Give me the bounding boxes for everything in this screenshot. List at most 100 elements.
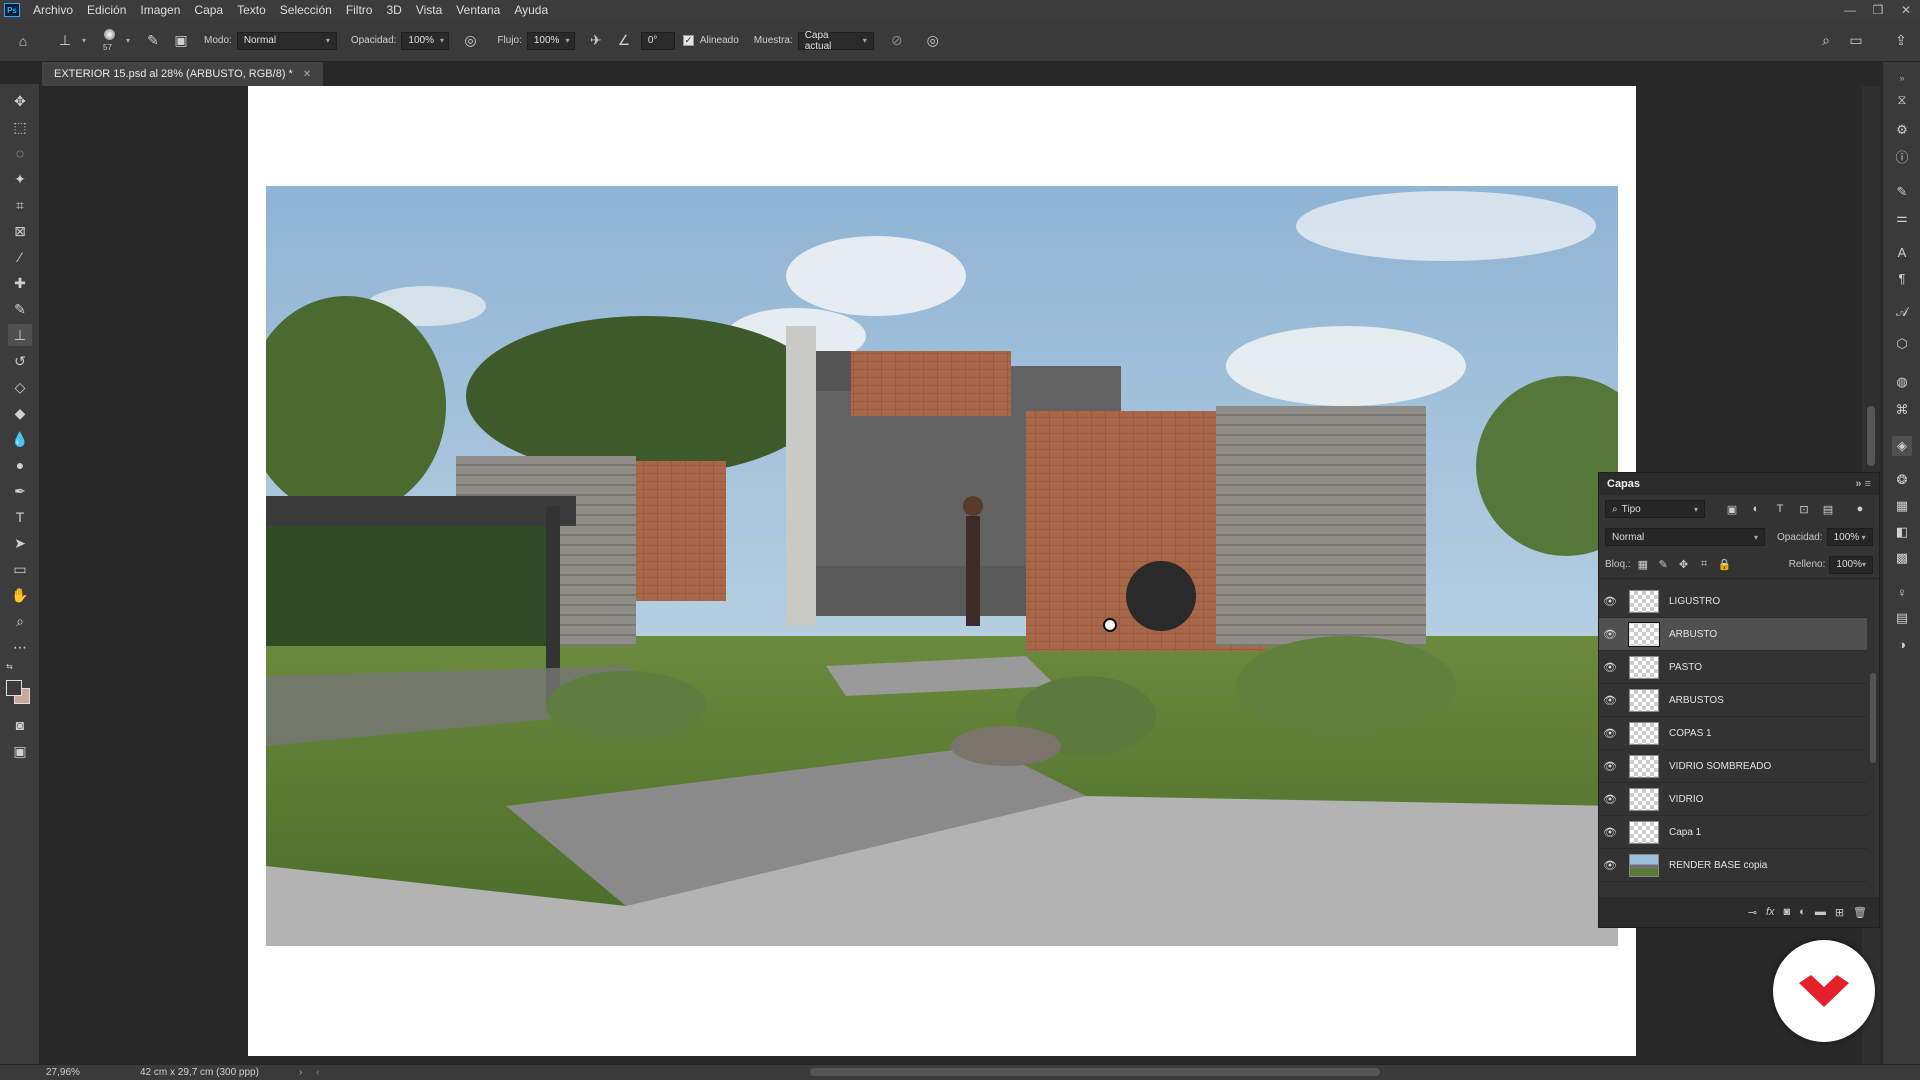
- filter-smart-object-icon[interactable]: ▤: [1819, 500, 1837, 518]
- 3d-panel-icon[interactable]: ⬡: [1892, 334, 1912, 354]
- horizontal-scrollbar-thumb[interactable]: [810, 1068, 1380, 1076]
- link-layers-icon[interactable]: ⊸: [1748, 906, 1757, 919]
- layer-row-copas-1[interactable]: 👁 COPAS 1: [1599, 717, 1867, 750]
- search-icon[interactable]: ⌕: [1815, 30, 1837, 52]
- visibility-eye-icon[interactable]: 👁: [1599, 760, 1621, 773]
- new-group-icon[interactable]: ▬: [1815, 906, 1826, 918]
- minimize-icon[interactable]: —: [1836, 3, 1864, 17]
- brush-tool-icon[interactable]: ✎: [8, 298, 32, 320]
- filter-adjustment-icon[interactable]: ◐: [1747, 500, 1765, 518]
- layer-row-pasto[interactable]: 👁 PASTO: [1599, 651, 1867, 684]
- brush-settings-icon[interactable]: ✎: [142, 30, 164, 52]
- paragraph-panel-icon[interactable]: ¶: [1892, 268, 1912, 288]
- shape-tool-icon[interactable]: ▭: [8, 558, 32, 580]
- visibility-eye-icon[interactable]: 👁: [1599, 727, 1621, 740]
- pressure-size-icon[interactable]: ◎: [922, 30, 944, 52]
- filter-shape-icon[interactable]: ⊡: [1795, 500, 1813, 518]
- learn-panel-icon[interactable]: ♀: [1892, 582, 1912, 602]
- opacity-field[interactable]: 100% ▾: [401, 31, 450, 50]
- pen-tool-icon[interactable]: ✒: [8, 480, 32, 502]
- menu-capa[interactable]: Capa: [187, 0, 230, 20]
- document-tab[interactable]: EXTERIOR 15.psd al 28% (ARBUSTO, RGB/8) …: [42, 62, 324, 86]
- layer-row-capa-1[interactable]: 👁 Capa 1: [1599, 816, 1867, 849]
- menu-3d[interactable]: 3D: [379, 0, 408, 20]
- home-icon[interactable]: ⌂: [12, 30, 34, 52]
- clone-stamp-preset-icon[interactable]: ⊥: [54, 30, 76, 52]
- info-panel-icon[interactable]: ⓘ: [1892, 146, 1912, 166]
- visibility-eye-icon[interactable]: 👁: [1599, 628, 1621, 641]
- scroll-left-icon[interactable]: ‹: [316, 1067, 319, 1078]
- properties-panel-icon[interactable]: ⚙: [1892, 120, 1912, 140]
- restore-icon[interactable]: ❐: [1864, 3, 1892, 17]
- menu-filtro[interactable]: Filtro: [339, 0, 380, 20]
- filter-pixel-icon[interactable]: ▣: [1723, 500, 1741, 518]
- canvas-area[interactable]: [40, 86, 1870, 1064]
- ignore-adjustment-icon[interactable]: ⊘: [886, 30, 908, 52]
- screen-mode-icon[interactable]: ▣: [8, 740, 32, 762]
- blur-tool-icon[interactable]: 💧: [8, 428, 32, 450]
- magic-wand-tool-icon[interactable]: ✦: [8, 168, 32, 190]
- layer-filter-select[interactable]: ⌕ Tipo ▾: [1605, 500, 1705, 518]
- layer-row-arbustos[interactable]: 👁 ARBUSTOS: [1599, 684, 1867, 717]
- brush-dropdown-icon[interactable]: ▾: [126, 36, 130, 45]
- menu-texto[interactable]: Texto: [230, 0, 273, 20]
- lock-all-icon[interactable]: 🔒: [1716, 556, 1732, 574]
- photoshop-logo-icon[interactable]: Ps: [4, 3, 20, 17]
- layers-scrollbar[interactable]: [1869, 593, 1877, 893]
- filter-type-icon[interactable]: T: [1771, 500, 1789, 518]
- layers-panel-title[interactable]: Capas: [1607, 478, 1640, 490]
- adjustment-layer-icon[interactable]: ◐: [1799, 906, 1806, 918]
- navigator-panel-icon[interactable]: ◑: [1892, 634, 1912, 654]
- eyedropper-tool-icon[interactable]: ⁄: [8, 246, 32, 268]
- clone-source-icon[interactable]: ▣: [170, 30, 192, 52]
- angle-field[interactable]: 0°: [640, 31, 675, 50]
- menu-ayuda[interactable]: Ayuda: [507, 0, 555, 20]
- mode-select[interactable]: Normal ▾: [236, 31, 337, 50]
- layer-row-vidrio[interactable]: 👁 VIDRIO: [1599, 783, 1867, 816]
- lasso-tool-icon[interactable]: ◌: [8, 142, 32, 164]
- zoom-tool-icon[interactable]: ⌕: [8, 610, 32, 632]
- menu-archivo[interactable]: Archivo: [26, 0, 80, 20]
- paths-panel-icon[interactable]: ⌘: [1892, 400, 1912, 420]
- layer-style-icon[interactable]: fx: [1766, 906, 1775, 918]
- status-expand-icon[interactable]: ›: [299, 1067, 302, 1078]
- flow-field[interactable]: 100% ▾: [526, 31, 575, 50]
- panel-menu-icon[interactable]: » ≡: [1855, 478, 1871, 490]
- layer-row-arbusto[interactable]: 👁 ARBUSTO: [1599, 618, 1867, 651]
- swap-colors-icon[interactable]: ⇆: [6, 662, 13, 671]
- brush-preview[interactable]: 57: [98, 26, 120, 56]
- history-panel-icon[interactable]: ⧖: [1892, 90, 1912, 110]
- healing-brush-tool-icon[interactable]: ✚: [8, 272, 32, 294]
- history-brush-tool-icon[interactable]: ↺: [8, 350, 32, 372]
- paint-bucket-tool-icon[interactable]: ◆: [8, 402, 32, 424]
- patterns-panel-icon[interactable]: ▩: [1892, 548, 1912, 568]
- quick-mask-icon[interactable]: ◙: [8, 714, 32, 736]
- foreground-color-swatch[interactable]: [6, 680, 22, 696]
- layer-row-render-base-copia[interactable]: 👁 RENDER BASE copia: [1599, 849, 1867, 882]
- clone-stamp-tool-icon[interactable]: ⊥: [8, 324, 32, 346]
- aligned-checkbox[interactable]: ✓: [682, 35, 694, 46]
- share-icon[interactable]: ⇪: [1890, 30, 1912, 52]
- menu-imagen[interactable]: Imagen: [133, 0, 187, 20]
- scrollbar-thumb[interactable]: [1870, 673, 1876, 763]
- move-tool-icon[interactable]: ✥: [8, 90, 32, 112]
- channels-panel-icon[interactable]: ◍: [1892, 372, 1912, 392]
- frame-tool-icon[interactable]: ⊠: [8, 220, 32, 242]
- visibility-eye-icon[interactable]: 👁: [1599, 661, 1621, 674]
- document-canvas[interactable]: [248, 86, 1636, 1056]
- close-window-icon[interactable]: ✕: [1892, 3, 1920, 17]
- render-image[interactable]: [266, 186, 1618, 946]
- visibility-eye-icon[interactable]: 👁: [1599, 595, 1621, 608]
- lock-position-icon[interactable]: ✥: [1675, 556, 1691, 574]
- menu-edicion[interactable]: Edición: [80, 0, 133, 20]
- menu-ventana[interactable]: Ventana: [449, 0, 507, 20]
- visibility-eye-icon[interactable]: 👁: [1599, 826, 1621, 839]
- crop-tool-icon[interactable]: ⌗: [8, 194, 32, 216]
- layer-row-ligustro[interactable]: 👁 LIGUSTRO: [1599, 585, 1867, 618]
- delete-layer-icon[interactable]: 🗑: [1853, 906, 1867, 919]
- color-panel-icon[interactable]: ❂: [1892, 470, 1912, 490]
- layer-row-vidrio-sombreado[interactable]: 👁 VIDRIO SOMBREADO: [1599, 750, 1867, 783]
- dodge-tool-icon[interactable]: ●: [8, 454, 32, 476]
- fill-field[interactable]: 100% ▾: [1829, 555, 1873, 574]
- sample-select[interactable]: Capa actual ▾: [797, 30, 874, 52]
